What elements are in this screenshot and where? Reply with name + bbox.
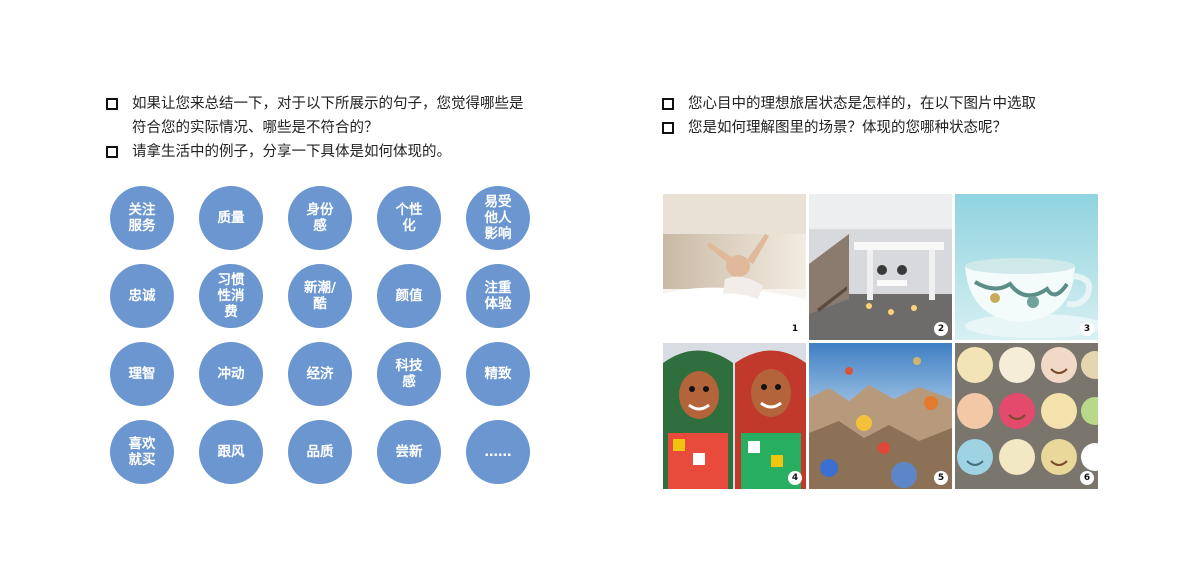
attribute-circle[interactable]: 科技 感 [377, 342, 441, 406]
photo-number-badge: 3 [1080, 322, 1094, 336]
checkbox-bullet-icon [662, 98, 674, 110]
attribute-circle[interactable]: 经济 [288, 342, 352, 406]
attribute-circle[interactable]: 喜欢 就买 [110, 420, 174, 484]
left-question-1-text: 如果让您来总结一下，对于以下所展示的句子，您觉得哪些是符合您的实际情况、哪些是不… [132, 96, 524, 136]
photo-number-badge: 6 [1080, 471, 1094, 485]
left-question-list: 如果让您来总结一下，对于以下所展示的句子，您觉得哪些是符合您的实际情况、哪些是不… [106, 92, 536, 164]
attribute-circle[interactable]: 颜值 [377, 264, 441, 328]
photo-carnival-masks[interactable]: 4 [663, 343, 806, 489]
checkbox-bullet-icon [106, 146, 118, 158]
left-question-2-text: 请拿生活中的例子，分享一下具体是如何体现的。 [132, 144, 451, 160]
photo-number-badge: 2 [934, 322, 948, 336]
right-question-1: 您心目中的理想旅居状态是怎样的，在以下图片中选取 [662, 92, 1102, 116]
attribute-circle[interactable]: 个性 化 [377, 186, 441, 250]
carnival-image [663, 343, 806, 489]
attribute-circle[interactable]: 精致 [466, 342, 530, 406]
checkbox-bullet-icon [662, 122, 674, 134]
photo-candlelit-dinner[interactable]: 2 [809, 194, 952, 340]
attribute-circle[interactable]: 品质 [288, 420, 352, 484]
attribute-circle[interactable]: 理智 [110, 342, 174, 406]
photo-hot-air-balloons[interactable]: 5 [809, 343, 952, 489]
attribute-circle[interactable]: …… [466, 420, 530, 484]
bedroom-image [663, 194, 806, 340]
teacup-image [955, 194, 1098, 340]
attribute-circle[interactable]: 注重 体验 [466, 264, 530, 328]
right-question-2-text: 您是如何理解图里的场景？体现的您哪种状态呢？ [688, 120, 1007, 136]
travel-photo-grid: 1 2 3 4 5 6 [663, 194, 1098, 489]
attribute-circle-grid: 关注 服务 质量 身份 感 个性 化 易受 他人 影响 忠诚 习惯 性消 费 新… [110, 186, 530, 484]
photo-number-badge: 1 [788, 322, 802, 336]
attribute-circle[interactable]: 关注 服务 [110, 186, 174, 250]
dinner-image [809, 194, 952, 340]
balloons-image [809, 343, 952, 489]
photo-number-badge: 4 [788, 471, 802, 485]
attribute-circle[interactable]: 习惯 性消 费 [199, 264, 263, 328]
photo-number-badge: 5 [934, 471, 948, 485]
right-question-1-text: 您心目中的理想旅居状态是怎样的，在以下图片中选取 [688, 96, 1036, 112]
left-question-1: 如果让您来总结一下，对于以下所展示的句子，您觉得哪些是符合您的实际情况、哪些是不… [106, 92, 536, 140]
attribute-circle[interactable]: 冲动 [199, 342, 263, 406]
attribute-circle[interactable]: 质量 [199, 186, 263, 250]
photo-ice-cream-cups[interactable]: 6 [955, 343, 1098, 489]
left-question-2: 请拿生活中的例子，分享一下具体是如何体现的。 [106, 140, 536, 164]
photo-bedroom[interactable]: 1 [663, 194, 806, 340]
right-question-2: 您是如何理解图里的场景？体现的您哪种状态呢？ [662, 116, 1102, 140]
attribute-circle[interactable]: 易受 他人 影响 [466, 186, 530, 250]
right-question-list: 您心目中的理想旅居状态是怎样的，在以下图片中选取 您是如何理解图里的场景？体现的… [662, 92, 1102, 140]
ice-cream-image [955, 343, 1098, 489]
photo-teacup[interactable]: 3 [955, 194, 1098, 340]
attribute-circle[interactable]: 跟风 [199, 420, 263, 484]
checkbox-bullet-icon [106, 98, 118, 110]
attribute-circle[interactable]: 忠诚 [110, 264, 174, 328]
attribute-circle[interactable]: 新潮/ 酷 [288, 264, 352, 328]
attribute-circle[interactable]: 身份 感 [288, 186, 352, 250]
attribute-circle[interactable]: 尝新 [377, 420, 441, 484]
